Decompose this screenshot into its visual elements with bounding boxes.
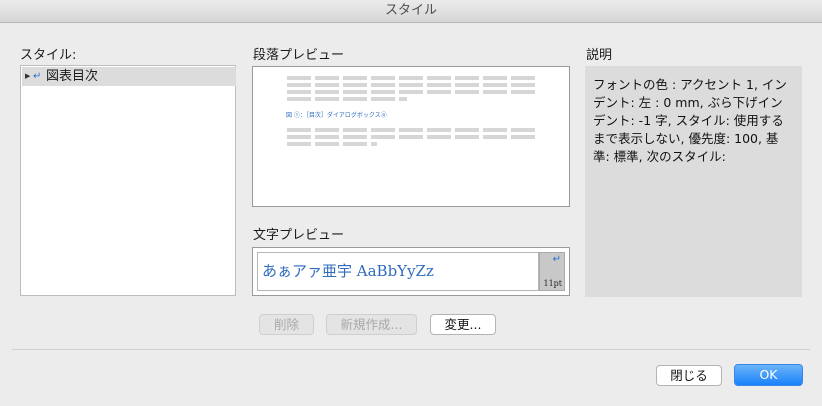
separator [12, 349, 810, 350]
preview-dummy-line [287, 128, 535, 132]
description-box: フォントの色 : アクセント 1, インデント: 左 : 0 mm, ぶら下げイ… [585, 66, 802, 297]
disclosure-triangle-icon[interactable]: ▶ [25, 67, 30, 86]
preview-dummy-line [287, 76, 535, 80]
new-style-button[interactable]: 新規作成... [326, 314, 417, 335]
ok-button[interactable]: OK [734, 364, 803, 386]
character-preview-side: ↵ 11pt [539, 252, 565, 291]
description-text: フォントの色 : アクセント 1, インデント: 左 : 0 mm, ぶら下げイ… [593, 77, 787, 164]
preview-caption-line: 図 ①：［目次］ダイアログボックス④ [286, 112, 387, 119]
paragraph-style-icon: ↵ [33, 71, 42, 82]
preview-dummy-line [287, 90, 535, 94]
font-size-label: 11pt [543, 279, 562, 288]
paragraph-mark-icon: ↵ [552, 254, 561, 265]
character-sample-text: あぁアァ亜宇 AaBbYyZz [262, 262, 434, 280]
character-preview-sample-box: あぁアァ亜宇 AaBbYyZz [257, 252, 539, 291]
preview-dummy-line [287, 83, 535, 87]
delete-button[interactable]: 削除 [259, 314, 314, 335]
styles-label: スタイル: [20, 48, 77, 63]
style-dialog: スタイル スタイル: ▶ ↵ 図表目次 段落プレビュー 図 ①：［目次］ダイアロ… [0, 0, 822, 406]
preview-dummy-line [287, 97, 407, 101]
style-item-label: 図表目次 [46, 69, 99, 84]
paragraph-preview: 図 ①：［目次］ダイアログボックス④ [252, 66, 570, 207]
character-preview: あぁアァ亜宇 AaBbYyZz ↵ 11pt [252, 247, 570, 296]
styles-list[interactable]: ▶ ↵ 図表目次 [20, 65, 236, 296]
description-label: 説明 [586, 48, 613, 63]
modify-button[interactable]: 変更... [430, 314, 496, 335]
paragraph-preview-label: 段落プレビュー [253, 48, 345, 63]
window-title: スタイル [0, 0, 822, 23]
preview-dummy-line [287, 135, 535, 139]
close-button[interactable]: 閉じる [656, 365, 722, 386]
style-list-item[interactable]: ▶ ↵ 図表目次 [22, 67, 236, 86]
preview-dummy-line [287, 142, 377, 146]
character-preview-label: 文字プレビュー [253, 228, 345, 243]
